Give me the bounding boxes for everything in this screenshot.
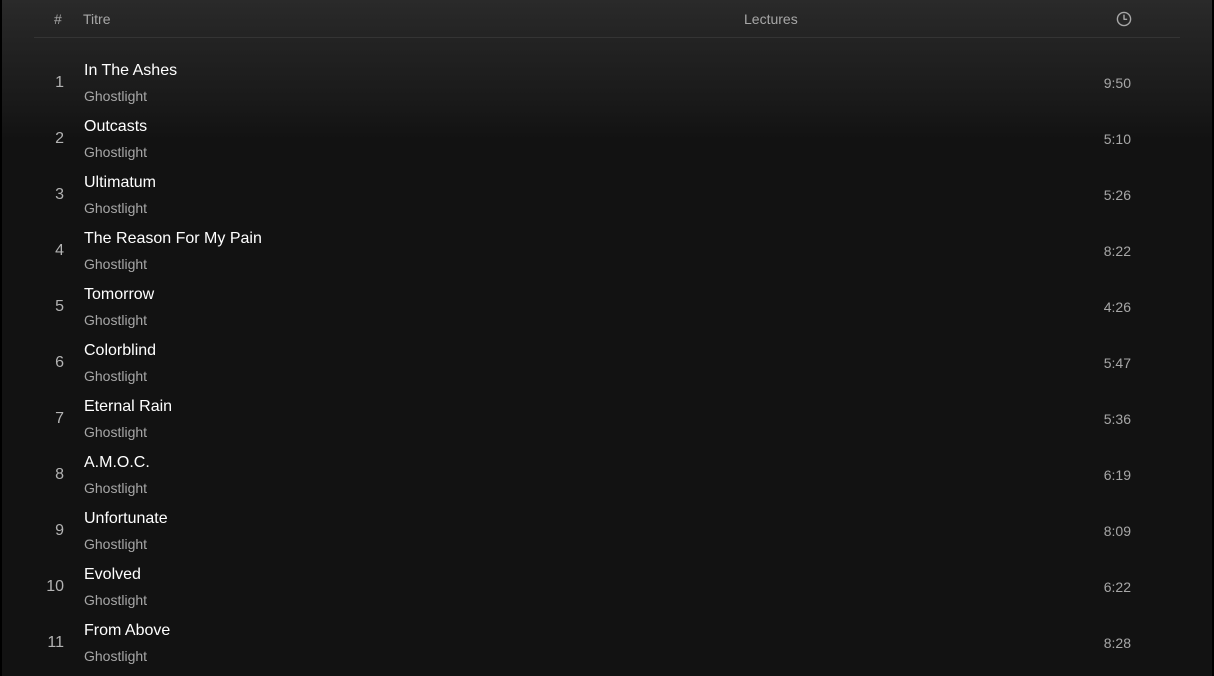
track-duration: 5:26 xyxy=(1103,187,1131,203)
track-number: 8 xyxy=(55,466,64,483)
track-title[interactable]: The Reason For My Pain xyxy=(84,230,262,248)
track-row[interactable]: 8 A.M.O.C. Ghostlight 6:19 xyxy=(0,447,1214,503)
track-artist[interactable]: Ghostlight xyxy=(84,424,147,440)
track-artist[interactable]: Ghostlight xyxy=(84,312,147,328)
track-title[interactable]: Ultimatum xyxy=(84,174,156,192)
clock-icon[interactable] xyxy=(1116,11,1132,27)
tracklist-panel: # Titre Lectures 1 In The Ashes Ghostlig… xyxy=(0,0,1214,676)
track-duration: 6:22 xyxy=(1103,579,1131,595)
track-row[interactable]: 9 Unfortunate Ghostlight 8:09 xyxy=(0,503,1214,559)
track-title[interactable]: In The Ashes xyxy=(84,62,177,80)
track-row[interactable]: 6 Colorblind Ghostlight 5:47 xyxy=(0,335,1214,391)
track-duration: 6:19 xyxy=(1103,467,1131,483)
column-header-number[interactable]: # xyxy=(54,11,62,27)
tracklist-header: # Titre Lectures xyxy=(34,0,1180,38)
column-header-title[interactable]: Titre xyxy=(83,11,110,27)
track-title[interactable]: Outcasts xyxy=(84,118,147,136)
track-duration: 5:47 xyxy=(1103,355,1131,371)
track-artist[interactable]: Ghostlight xyxy=(84,592,147,608)
track-artist[interactable]: Ghostlight xyxy=(84,536,147,552)
track-row[interactable]: 7 Eternal Rain Ghostlight 5:36 xyxy=(0,391,1214,447)
tracklist-rows: 1 In The Ashes Ghostlight 9:50 2 Outcast… xyxy=(0,55,1214,671)
track-row[interactable]: 3 Ultimatum Ghostlight 5:26 xyxy=(0,167,1214,223)
track-number: 5 xyxy=(55,298,64,315)
track-number: 3 xyxy=(55,186,64,203)
track-number: 6 xyxy=(55,354,64,371)
track-artist[interactable]: Ghostlight xyxy=(84,368,147,384)
track-title[interactable]: Evolved xyxy=(84,566,141,584)
track-duration: 8:22 xyxy=(1103,243,1131,259)
track-title[interactable]: Colorblind xyxy=(84,342,156,360)
track-row[interactable]: 5 Tomorrow Ghostlight 4:26 xyxy=(0,279,1214,335)
track-artist[interactable]: Ghostlight xyxy=(84,200,147,216)
track-title[interactable]: From Above xyxy=(84,622,170,640)
track-number: 4 xyxy=(55,242,64,259)
track-number: 9 xyxy=(55,522,64,539)
track-duration: 8:28 xyxy=(1103,635,1131,651)
track-row[interactable]: 11 From Above Ghostlight 8:28 xyxy=(0,615,1214,671)
track-duration: 5:10 xyxy=(1103,131,1131,147)
column-header-plays[interactable]: Lectures xyxy=(744,11,798,27)
track-row[interactable]: 10 Evolved Ghostlight 6:22 xyxy=(0,559,1214,615)
track-row[interactable]: 2 Outcasts Ghostlight 5:10 xyxy=(0,111,1214,167)
track-artist[interactable]: Ghostlight xyxy=(84,480,147,496)
track-artist[interactable]: Ghostlight xyxy=(84,256,147,272)
track-number: 2 xyxy=(55,130,64,147)
track-row[interactable]: 4 The Reason For My Pain Ghostlight 8:22 xyxy=(0,223,1214,279)
track-duration: 4:26 xyxy=(1103,299,1131,315)
track-title[interactable]: Unfortunate xyxy=(84,510,168,528)
track-number: 10 xyxy=(46,578,64,595)
track-title[interactable]: Tomorrow xyxy=(84,286,154,304)
track-artist[interactable]: Ghostlight xyxy=(84,144,147,160)
track-artist[interactable]: Ghostlight xyxy=(84,648,147,664)
track-number: 7 xyxy=(55,410,64,427)
track-duration: 8:09 xyxy=(1103,523,1131,539)
track-row[interactable]: 1 In The Ashes Ghostlight 9:50 xyxy=(0,55,1214,111)
track-artist[interactable]: Ghostlight xyxy=(84,88,147,104)
track-title[interactable]: A.M.O.C. xyxy=(84,454,150,472)
track-number: 11 xyxy=(47,634,64,651)
track-title[interactable]: Eternal Rain xyxy=(84,398,172,416)
track-number: 1 xyxy=(55,74,64,91)
track-duration: 5:36 xyxy=(1103,411,1131,427)
track-duration: 9:50 xyxy=(1103,75,1131,91)
